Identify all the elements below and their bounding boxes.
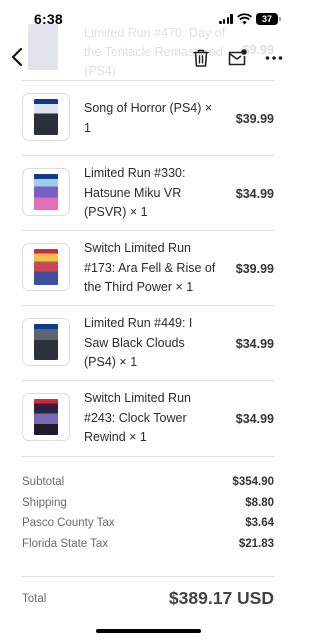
shipping-label: Shipping — [22, 496, 67, 509]
county-tax-label: Pasco County Tax — [22, 517, 115, 529]
item-price: $39.99 — [235, 111, 274, 126]
status-bar: 6:38 37 — [0, 0, 296, 40]
county-tax-value: $3.64 — [245, 517, 274, 529]
order-totals: Subtotal $354.90 Shipping $8.80 Pasco Co… — [22, 456, 274, 558]
status-time: 6:38 — [34, 11, 63, 27]
subtotal-label: Subtotal — [22, 476, 65, 488]
shipping-row: Shipping $8.80 — [22, 497, 274, 518]
game-cover-thumbnail — [22, 93, 70, 141]
item-price: $39.99 — [235, 261, 274, 276]
mail-icon[interactable] — [226, 47, 248, 69]
total-label: Total — [22, 593, 47, 605]
item-price: $34.99 — [235, 186, 274, 201]
item-name: Switch Limited Run #243: Clock Tower Rew… — [84, 391, 191, 445]
subtotal-row: Subtotal $354.90 — [22, 476, 274, 497]
item-price: $34.99 — [235, 411, 274, 426]
game-cover-thumbnail — [22, 243, 70, 291]
total-value: $389.17 USD — [168, 588, 274, 608]
wifi-icon — [237, 13, 252, 25]
game-cover-thumbnail — [22, 393, 70, 441]
county-tax-row: Pasco County Tax $3.64 — [22, 517, 274, 538]
cover-art — [34, 249, 58, 285]
item-name: Limited Run #330: Hatsune Miku VR (PSVR)… — [84, 166, 186, 220]
nav-bar — [0, 38, 296, 78]
item-name: Song of Horror (PS4) × 1 — [84, 101, 213, 135]
cover-art — [34, 99, 58, 135]
item-price: $34.99 — [235, 336, 274, 351]
home-indicator[interactable] — [96, 629, 201, 633]
state-tax-label: Florida State Tax — [22, 537, 109, 550]
back-chevron-icon[interactable] — [8, 45, 28, 69]
order-item[interactable]: Switch Limited Run #243: Clock Tower Rew… — [22, 380, 274, 455]
order-item[interactable]: Song of Horror (PS4) × 1 $39.99 — [22, 80, 274, 155]
state-tax-value: $21.83 — [238, 537, 274, 550]
cover-art — [34, 324, 58, 360]
state-tax-row: Florida State Tax $21.83 — [22, 538, 274, 559]
order-item[interactable]: Switch Limited Run #173: Ara Fell & Rise… — [22, 230, 274, 305]
item-name: Switch Limited Run #173: Ara Fell & Rise… — [84, 241, 216, 295]
game-cover-thumbnail — [22, 318, 70, 366]
grand-total-row: Total $389.17 USD — [22, 576, 274, 622]
shipping-value: $8.80 — [245, 496, 274, 509]
cover-art — [34, 174, 58, 210]
trash-icon[interactable] — [190, 47, 212, 69]
cover-art — [34, 399, 58, 435]
battery-icon: 37 — [256, 13, 281, 25]
game-cover-thumbnail — [22, 168, 70, 216]
order-item[interactable]: Limited Run #449: I Saw Black Clouds (PS… — [22, 305, 274, 380]
order-items-list: Song of Horror (PS4) × 1 $39.99 Limited … — [22, 80, 274, 455]
cellular-signal-icon — [219, 14, 233, 24]
more-icon[interactable] — [263, 47, 285, 69]
item-name: Limited Run #449: I Saw Black Clouds (PS… — [84, 316, 193, 370]
subtotal-value: $354.90 — [232, 476, 274, 488]
order-item[interactable]: Limited Run #330: Hatsune Miku VR (PSVR)… — [22, 155, 274, 230]
